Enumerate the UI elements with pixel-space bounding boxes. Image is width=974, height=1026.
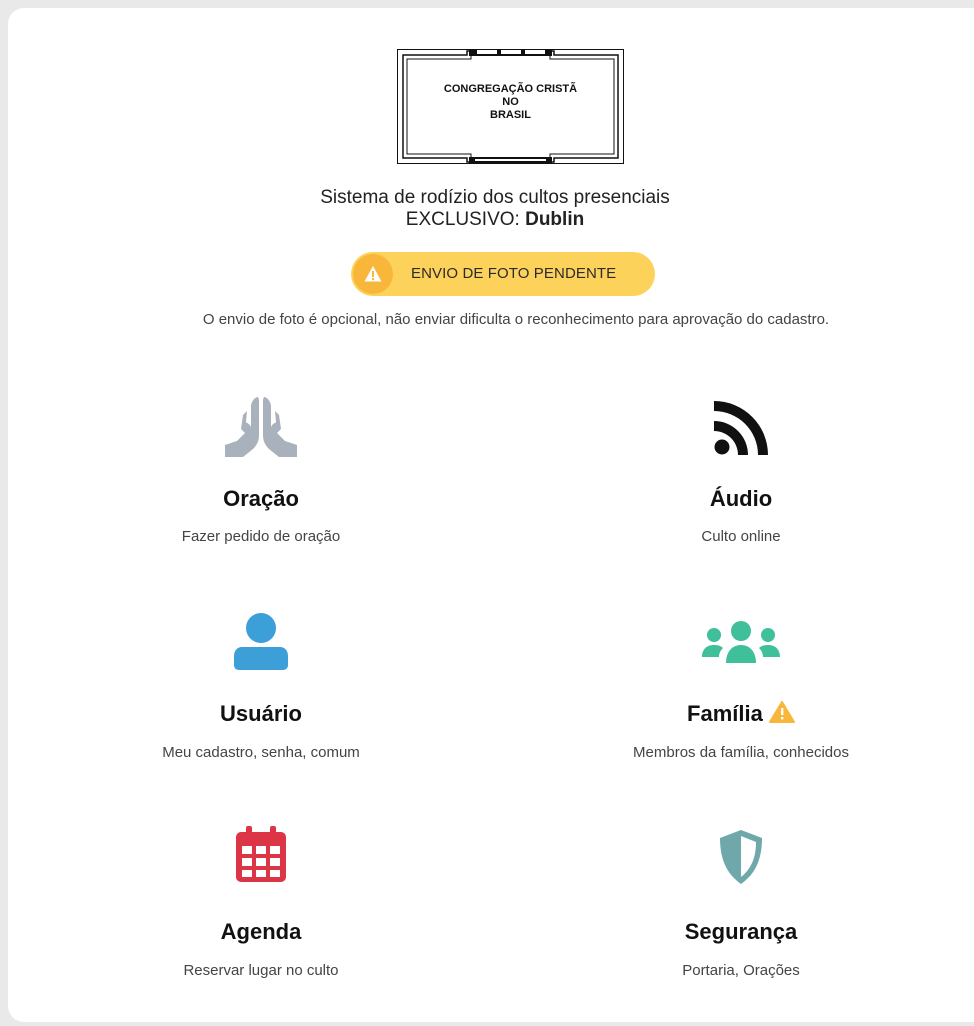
menu-item-title: Usuário <box>220 701 302 726</box>
logo-line-2: NO <box>502 96 519 108</box>
ccb-logo: CONGREGAÇÃO CRISTÃ NO BRASIL <box>397 49 624 164</box>
exclusive-label: EXCLUSIVO: <box>405 209 526 230</box>
menu-item-title: Áudio <box>709 486 773 511</box>
calendar-icon <box>236 826 286 882</box>
main-card: CONGREGAÇÃO CRISTÃ NO BRASIL Sistema de … <box>8 8 974 1022</box>
system-subtitle: Sistema de rodízio dos cultos presenciai… <box>320 187 670 208</box>
photo-pending-badge[interactable]: ENVIO DE FOTO PENDENTE <box>351 252 655 296</box>
menu-item-seguranca[interactable]: Segurança Portaria, Orações <box>551 826 931 1016</box>
menu-item-title: Família <box>687 701 763 726</box>
menu-item-desc: Reservar lugar no culto <box>183 962 339 979</box>
menu-item-audio[interactable]: Áudio Culto online <box>551 393 931 583</box>
menu-item-title: Segurança <box>684 919 798 944</box>
menu-item-desc: Membros da família, conhecidos <box>633 744 849 761</box>
logo-text: CONGREGAÇÃO CRISTÃ NO BRASIL <box>397 83 624 122</box>
warning-icon <box>364 266 382 282</box>
logo-line-3: BRASIL <box>490 109 531 121</box>
users-icon <box>702 621 780 663</box>
badge-label: ENVIO DE FOTO PENDENTE <box>411 265 617 282</box>
exclusive-line: EXCLUSIVO: Dublin <box>8 210 974 230</box>
menu-item-usuario[interactable]: Usuário Meu cadastro, senha, comum <box>71 613 451 803</box>
user-icon <box>234 613 288 670</box>
warning-icon <box>768 701 795 723</box>
praying-hands-icon <box>225 397 297 457</box>
menu-item-desc: Meu cadastro, senha, comum <box>162 744 360 761</box>
menu-item-desc: Fazer pedido de oração <box>181 528 341 545</box>
shield-icon <box>720 830 762 884</box>
menu-item-desc: Portaria, Orações <box>682 962 800 979</box>
menu-item-title-with-warning: Família <box>551 701 931 727</box>
exclusive-value: Dublin <box>525 209 585 230</box>
rss-feed-icon <box>714 401 768 455</box>
logo-line-1: CONGREGAÇÃO CRISTÃ <box>443 83 578 95</box>
menu-item-oracao[interactable]: Oração Fazer pedido de oração <box>71 393 451 583</box>
photo-note: O envio de foto é opcional, não enviar d… <box>202 311 830 328</box>
menu-item-agenda[interactable]: Agenda Reservar lugar no culto <box>71 826 451 1016</box>
warning-icon-circle <box>353 254 393 294</box>
menu-item-familia[interactable]: Família Membros da família, conhecidos <box>551 613 931 803</box>
menu-item-desc: Culto online <box>701 528 781 545</box>
menu-item-title: Agenda <box>220 919 302 944</box>
menu-item-title: Oração <box>223 486 299 511</box>
